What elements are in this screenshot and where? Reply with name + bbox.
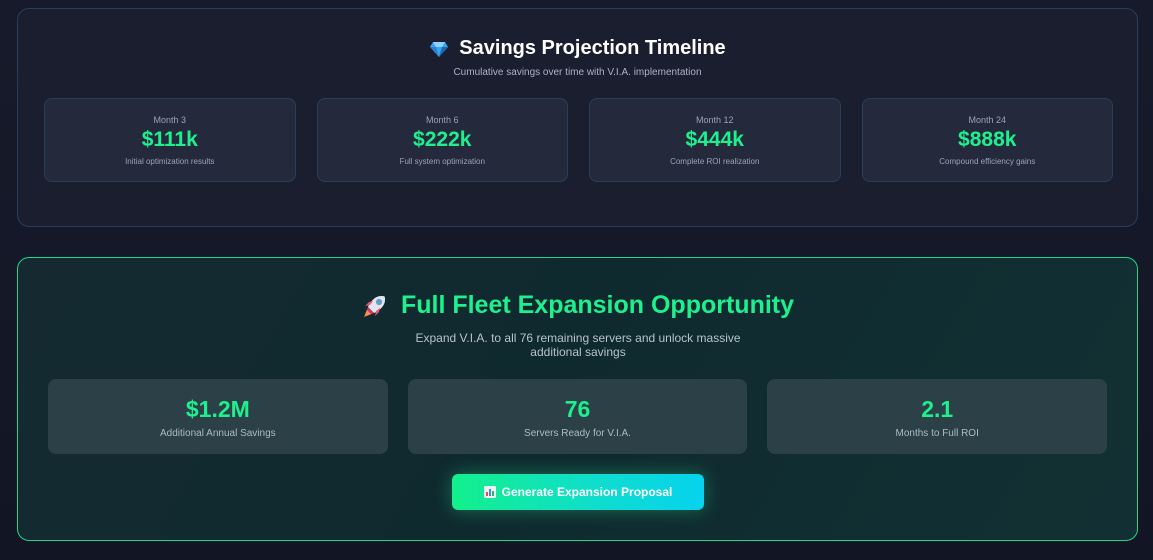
expansion-title-text: Full Fleet Expansion Opportunity: [400, 291, 795, 319]
projection-title: Savings Projection Timeline: [18, 37, 1137, 60]
stat-label: Months to Full ROI: [895, 428, 979, 439]
gem-icon: [430, 41, 449, 57]
milestone-label: Month 12: [695, 115, 734, 125]
milestone-label: Month 24: [968, 115, 1007, 125]
stat-label: Additional Annual Savings: [160, 428, 276, 439]
stat-value: $1.2M: [185, 396, 250, 422]
projection-subtitle: Cumulative savings over time with V.I.A.…: [453, 67, 702, 78]
milestone-card: Month 24 $888k Compound efficiency gains: [861, 98, 1113, 182]
milestone-list: Month 3 $111k Initial optimization resul…: [44, 98, 1113, 182]
stat-label: Servers Ready for V.I.A.: [524, 428, 631, 439]
milestone-value: $222k: [413, 128, 472, 151]
milestone-card: Month 3 $111k Initial optimization resul…: [44, 98, 296, 182]
projection-title-text: Savings Projection Timeline: [459, 37, 726, 59]
expansion-stats: $1.2M Additional Annual Savings 76 Serve…: [48, 379, 1108, 454]
stat-value: 76: [564, 396, 591, 422]
milestone-card: Month 12 $444k Complete ROI realization: [589, 98, 841, 182]
savings-projection-card: Savings Projection Timeline Cumulative s…: [17, 8, 1138, 227]
stat-card: $1.2M Additional Annual Savings: [48, 379, 388, 454]
stat-card: 2.1 Months to Full ROI: [767, 379, 1108, 454]
expansion-subtitle: Expand V.I.A. to all 76 remaining server…: [415, 331, 741, 359]
milestone-label: Month 3: [153, 115, 187, 125]
stat-value: 2.1: [921, 396, 954, 422]
milestone-description: Full system optimization: [399, 157, 485, 166]
milestone-value: $111k: [141, 128, 198, 151]
stat-card: 76 Servers Ready for V.I.A.: [407, 379, 748, 454]
milestone-description: Compound efficiency gains: [939, 157, 1036, 166]
expansion-title: Full Fleet Expansion Opportunity: [18, 291, 1137, 320]
milestone-description: Initial optimization results: [125, 157, 215, 166]
milestone-description: Complete ROI realization: [670, 157, 760, 166]
milestone-value: $888k: [958, 128, 1017, 151]
rocket-icon: [363, 295, 385, 317]
milestone-label: Month 6: [425, 115, 459, 125]
generate-expansion-proposal-button[interactable]: Generate Expansion Proposal: [452, 474, 704, 510]
milestone-card: Month 6 $222k Full system optimization: [316, 98, 568, 182]
bar-chart-icon: [483, 486, 496, 498]
generate-expansion-proposal-label: Generate Expansion Proposal: [501, 485, 673, 499]
milestone-value: $444k: [685, 128, 744, 151]
expansion-opportunity-card: Full Fleet Expansion Opportunity Expand …: [17, 257, 1138, 541]
